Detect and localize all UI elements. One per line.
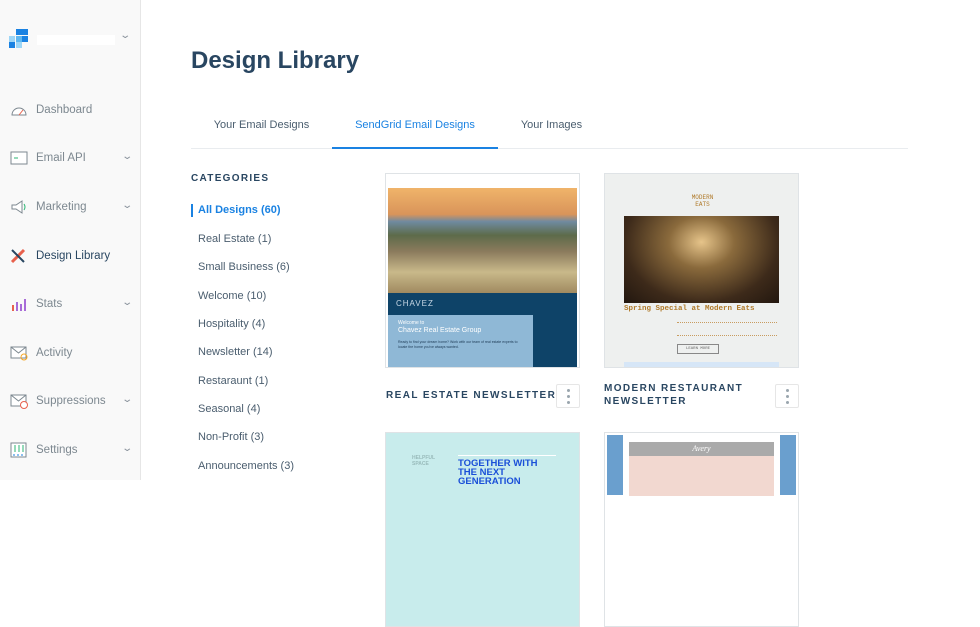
- preview-headline: Spring Special at Modern Eats: [624, 305, 755, 313]
- category-item[interactable]: Seasonal (4): [198, 403, 260, 415]
- account-switcher[interactable]: [37, 35, 115, 45]
- sidebar: ⌄ Dashboard Email API ⌄ Marketing ⌄ Design…: [0, 0, 141, 480]
- sidebar-item-marketing[interactable]: Marketing ⌄: [10, 197, 135, 217]
- chevron-down-icon: ⌄: [120, 200, 133, 211]
- sidebar-item-design-library[interactable]: Design Library: [10, 246, 135, 266]
- sidebar-item-label: Suppressions: [36, 395, 106, 407]
- tab-your-images[interactable]: Your Images: [498, 110, 605, 149]
- categories-heading: CATEGORIES: [191, 173, 270, 184]
- chevron-down-icon[interactable]: ⌄: [119, 30, 131, 41]
- preview-headline: Chavez Real Estate Group: [398, 327, 482, 334]
- preview-brand: HELPFUL SPACE: [412, 455, 435, 467]
- sidebar-item-label: Activity: [36, 347, 73, 359]
- design-title: MODERN RESTAURANT NEWSLETTER: [604, 383, 744, 407]
- dashboard-gauge-icon: [10, 102, 28, 118]
- hero-image: [624, 216, 779, 303]
- terminal-icon: [10, 150, 28, 166]
- design-thumbnail-modern-restaurant[interactable]: MODERN EATS Spring Special at Modern Eat…: [604, 173, 799, 368]
- sendgrid-logo: [9, 29, 29, 49]
- category-item[interactable]: Small Business (6): [198, 261, 290, 273]
- sidebar-item-label: Marketing: [36, 201, 87, 213]
- category-item[interactable]: Welcome (10): [198, 290, 266, 302]
- preview-cta: LEARN MORE: [677, 344, 719, 354]
- preview-body: Ready to find your dream home? Work with…: [398, 340, 518, 349]
- more-options-button[interactable]: [775, 384, 799, 408]
- sidebar-item-stats[interactable]: Stats ⌄: [10, 294, 135, 314]
- category-all-designs[interactable]: All Designs (60): [198, 204, 281, 216]
- preview-brand: MODERN EATS: [691, 194, 714, 208]
- sidebar-item-label: Stats: [36, 298, 63, 310]
- preview-brand: CHAVEZ: [396, 299, 434, 308]
- tab-sendgrid-email-designs[interactable]: SendGrid Email Designs: [332, 110, 498, 149]
- category-item[interactable]: Announcements (3): [198, 460, 294, 472]
- sidebar-item-settings[interactable]: Settings ⌄: [10, 440, 135, 460]
- design-thumbnail-real-estate[interactable]: CHAVEZ Welcome to Chavez Real Estate Gro…: [385, 173, 580, 368]
- tab-bar: Your Email Designs SendGrid Email Design…: [191, 110, 908, 149]
- megaphone-icon: [10, 199, 28, 215]
- category-item[interactable]: Real Estate (1): [198, 233, 271, 245]
- active-category-indicator: [191, 204, 193, 217]
- chevron-down-icon: ⌄: [120, 151, 133, 162]
- design-thumbnail-helpful-space[interactable]: HELPFUL SPACE TOGETHER WITH THE NEXT GEN…: [385, 432, 580, 627]
- category-item[interactable]: Hospitality (4): [198, 318, 265, 330]
- chevron-down-icon: ⌄: [120, 394, 133, 405]
- chevron-down-icon: ⌄: [120, 297, 133, 308]
- sliders-icon: [10, 442, 28, 458]
- category-item[interactable]: Non-Profit (3): [198, 431, 264, 443]
- mail-blocked-icon: [10, 393, 28, 409]
- sidebar-item-label: Email API: [36, 152, 86, 164]
- sidebar-item-label: Design Library: [36, 250, 111, 262]
- category-item[interactable]: Restaraunt (1): [198, 375, 268, 387]
- tab-your-email-designs[interactable]: Your Email Designs: [191, 110, 332, 149]
- preview-brand: Avery: [629, 442, 774, 456]
- sidebar-item-dashboard[interactable]: Dashboard: [10, 100, 135, 120]
- sidebar-item-label: Dashboard: [36, 104, 93, 116]
- design-title: REAL ESTATE NEWSLETTER: [386, 390, 557, 401]
- sidebar-item-label: Settings: [36, 444, 78, 456]
- chevron-down-icon: ⌄: [120, 443, 133, 454]
- sidebar-item-activity[interactable]: Activity: [10, 343, 135, 363]
- design-thumbnail-avery[interactable]: Avery: [604, 432, 799, 627]
- hero-image: [388, 188, 577, 293]
- preview-welcome: Welcome to: [398, 320, 425, 326]
- mail-search-icon: [10, 345, 28, 361]
- category-item[interactable]: Newsletter (14): [198, 346, 273, 358]
- sidebar-item-suppressions[interactable]: Suppressions ⌄: [10, 391, 135, 411]
- preview-headline: TOGETHER WITH THE NEXT GENERATION: [458, 455, 556, 486]
- pencil-ruler-icon: [10, 248, 28, 264]
- more-options-button[interactable]: [556, 384, 580, 408]
- page-title: Design Library: [191, 47, 360, 74]
- bar-chart-icon: [10, 296, 28, 312]
- sidebar-item-email-api[interactable]: Email API ⌄: [10, 148, 135, 168]
